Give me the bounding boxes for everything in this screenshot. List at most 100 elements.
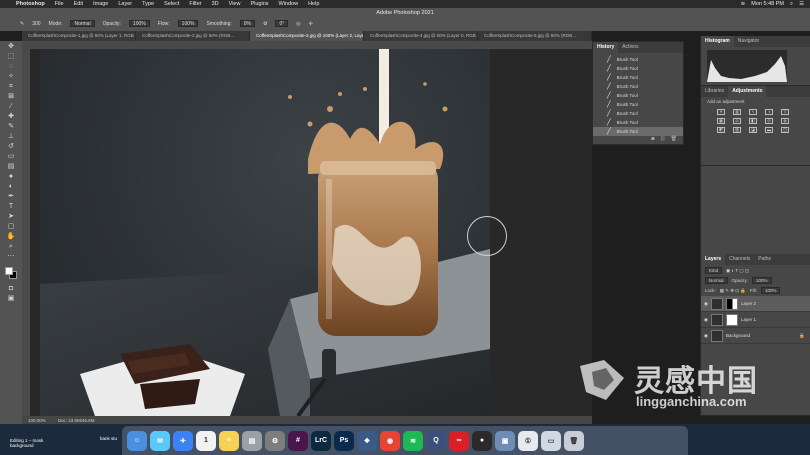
- menu-window[interactable]: Window: [279, 1, 299, 7]
- tab-libraries[interactable]: Libraries: [701, 86, 728, 97]
- trash-icon[interactable]: 🗑: [564, 430, 584, 451]
- history-item[interactable]: ╱ Brush Tool: [593, 91, 683, 100]
- move-tool-icon[interactable]: ✥: [5, 43, 17, 51]
- blend-mode-select[interactable]: Normal: [705, 277, 728, 284]
- threshold-icon[interactable]: ◪: [749, 127, 757, 133]
- menu-3d[interactable]: 3D: [212, 1, 219, 7]
- photos-app-icon[interactable]: ▣: [495, 430, 515, 451]
- layer-fill-field[interactable]: 100%: [760, 287, 781, 294]
- blur-tool-icon[interactable]: ●: [5, 173, 17, 181]
- flow-field[interactable]: 100%: [177, 20, 199, 27]
- tab-layers[interactable]: Layers: [701, 254, 726, 265]
- hand-tool-icon[interactable]: ✋: [5, 233, 17, 241]
- pen-tool-icon[interactable]: ✒: [5, 193, 17, 201]
- delete-icon[interactable]: 🗑: [671, 136, 677, 142]
- layer-row-background[interactable]: ◉ Background 🔒: [701, 328, 810, 344]
- black-white-icon[interactable]: ◧: [749, 118, 757, 124]
- layer-mask-thumbnail[interactable]: [725, 313, 738, 326]
- gradient-tool-icon[interactable]: ▤: [5, 163, 17, 171]
- brush-size[interactable]: 300: [32, 21, 40, 27]
- foreground-color-swatch[interactable]: [5, 267, 13, 275]
- doc-tab-5[interactable]: CoffeeSplashComposite-5.jpg @ 50% (RGB..…: [478, 31, 592, 41]
- 1password-icon[interactable]: ①: [518, 430, 538, 451]
- brightness-contrast-icon[interactable]: ☀: [717, 109, 725, 115]
- tab-paths[interactable]: Paths: [754, 254, 775, 265]
- desktop-file-label[interactable]: Editing 1 – mask background: [10, 438, 50, 448]
- eraser-tool-icon[interactable]: ▭: [5, 153, 17, 161]
- crop-tool-icon[interactable]: ⌗: [5, 83, 17, 91]
- levels-icon[interactable]: ▥: [733, 109, 741, 115]
- settings-gear-icon[interactable]: ⚙: [263, 21, 267, 27]
- lightroom-classic-icon[interactable]: LrC: [311, 430, 331, 451]
- visibility-eye-icon[interactable]: ◉: [704, 301, 708, 307]
- selective-color-icon[interactable]: ◫: [781, 127, 789, 133]
- preview-icon[interactable]: ▤: [242, 430, 262, 451]
- gradient-map-icon[interactable]: ▬: [765, 127, 773, 133]
- layer-filter-select[interactable]: Kind: [705, 267, 723, 274]
- menu-select[interactable]: Select: [164, 1, 179, 7]
- history-item[interactable]: ╱ Brush Tool: [593, 118, 683, 127]
- doc-tab-1[interactable]: CoffeeSplashComposite-1.jpg @ 50% (Layer…: [22, 31, 136, 41]
- quick-select-tool-icon[interactable]: ✧: [5, 73, 17, 81]
- posterize-icon[interactable]: ▨: [733, 127, 741, 133]
- layer-name[interactable]: Layer 1: [741, 317, 756, 322]
- exposure-icon[interactable]: ◑: [765, 109, 773, 115]
- tab-history[interactable]: History: [593, 42, 619, 53]
- canvas-area[interactable]: [30, 49, 592, 416]
- tab-histogram[interactable]: Histogram: [701, 36, 734, 47]
- creative-cloud-icon[interactable]: ∞: [449, 430, 469, 451]
- slack-icon[interactable]: #: [288, 430, 308, 451]
- zoom-level[interactable]: 100.00%: [28, 418, 46, 423]
- qreate-icon[interactable]: Q: [426, 430, 446, 451]
- frame-tool-icon[interactable]: ⊠: [5, 93, 17, 101]
- tab-actions[interactable]: Actions: [618, 42, 642, 53]
- pressure-icon[interactable]: ◎: [296, 21, 300, 27]
- color-balance-icon[interactable]: ⚖: [733, 118, 741, 124]
- layer-mask-thumbnail[interactable]: [725, 297, 738, 310]
- clock[interactable]: Mon 5:48 PM: [751, 1, 784, 8]
- screen-icon[interactable]: ▭: [541, 430, 561, 451]
- history-item[interactable]: ╱ Brush Tool: [593, 82, 683, 91]
- finder-icon[interactable]: ☺: [127, 430, 147, 451]
- history-item[interactable]: ╱ Brush Tool: [593, 109, 683, 118]
- chrome-icon[interactable]: ◉: [380, 430, 400, 451]
- layer-row-layer-2[interactable]: ◉ Layer 2: [701, 296, 810, 312]
- angle-field[interactable]: 0°: [275, 20, 289, 27]
- history-item[interactable]: ╱ Brush Tool: [593, 100, 683, 109]
- marquee-tool-icon[interactable]: ⬚: [5, 53, 17, 61]
- tab-channels[interactable]: Channels: [725, 254, 754, 265]
- menu-help[interactable]: Help: [308, 1, 319, 7]
- brush-tool-icon[interactable]: ✎: [5, 123, 17, 131]
- menu-file[interactable]: File: [55, 1, 64, 7]
- path-select-tool-icon[interactable]: ➤: [5, 213, 17, 221]
- quick-mask-icon[interactable]: ◘: [5, 285, 17, 293]
- document-image[interactable]: [40, 49, 490, 416]
- layer-name[interactable]: Layer 2: [741, 301, 756, 306]
- spotify-icon[interactable]: ≋: [403, 430, 423, 451]
- menu-type[interactable]: Type: [142, 1, 154, 7]
- mail-icon[interactable]: ✈: [173, 430, 193, 451]
- eyedropper-tool-icon[interactable]: ⁄: [5, 103, 17, 111]
- clone-stamp-tool-icon[interactable]: ⊥: [5, 133, 17, 141]
- doc-tab-4[interactable]: CoffeeSplashComposite-4.jpg @ 50% (Layer…: [364, 31, 478, 41]
- notes-icon[interactable]: ≡: [219, 430, 239, 451]
- photoshop-icon[interactable]: Ps: [334, 430, 354, 451]
- visibility-eye-icon[interactable]: ◉: [704, 333, 708, 339]
- photo-filter-icon[interactable]: ◎: [765, 118, 773, 124]
- tab-adjustments[interactable]: Adjustments: [728, 86, 767, 97]
- menu-view[interactable]: View: [229, 1, 241, 7]
- opacity-field[interactable]: 100%: [128, 20, 150, 27]
- wifi-icon[interactable]: ≋: [741, 1, 746, 8]
- menu-plugins[interactable]: Plugins: [250, 1, 268, 7]
- shape-tool-icon[interactable]: ▢: [5, 223, 17, 231]
- tab-navigator[interactable]: Navigator: [734, 36, 763, 47]
- invert-icon[interactable]: ◩: [717, 127, 725, 133]
- lasso-tool-icon[interactable]: ◌: [5, 63, 17, 71]
- filter-icons[interactable]: ▣ ◐ T ▢ ◫: [726, 268, 749, 274]
- doc-tab-2[interactable]: CoffeeSplashComposite-2.jpg @ 50% (RGB..…: [136, 31, 250, 41]
- control-center-icon[interactable]: ☰: [799, 1, 804, 8]
- menu-edit[interactable]: Edit: [74, 1, 83, 7]
- history-item[interactable]: ╱ Brush Tool: [593, 55, 683, 64]
- visibility-eye-icon[interactable]: ◉: [704, 317, 708, 323]
- menu-image[interactable]: Image: [93, 1, 108, 7]
